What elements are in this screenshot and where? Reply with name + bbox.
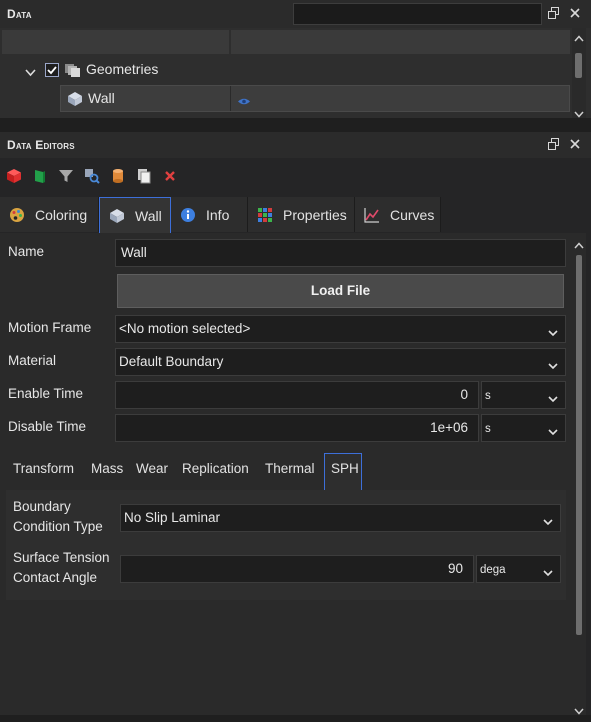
- tab-properties[interactable]: Properties: [248, 197, 355, 232]
- filter-icon[interactable]: [58, 168, 74, 184]
- tree-row-geometries[interactable]: Geometries: [0, 57, 570, 84]
- tab-label: Wall: [135, 208, 162, 224]
- load-file-button[interactable]: Load File: [117, 274, 564, 308]
- tree-label-geometries: Geometries: [86, 61, 159, 77]
- tab-wall[interactable]: Wall: [99, 197, 171, 234]
- enable-time-field[interactable]: 0: [115, 381, 479, 409]
- tab-label: Info: [206, 206, 230, 223]
- boundary-condition-label-1: Boundary: [13, 499, 71, 514]
- cylinder-icon[interactable]: [110, 168, 126, 184]
- contact-angle-unit: dega: [480, 564, 506, 576]
- add-geometry-icon[interactable]: [6, 168, 22, 184]
- tree-column-header-visibility[interactable]: [231, 30, 570, 54]
- disable-time-unit-select[interactable]: s: [481, 414, 566, 442]
- curves-chart-icon: [364, 207, 380, 223]
- name-label: Name: [8, 244, 45, 259]
- bottom-edge: [0, 715, 591, 722]
- enable-time-unit-select[interactable]: s: [481, 381, 566, 409]
- motion-frame-value: <No motion selected>: [119, 321, 251, 336]
- material-select[interactable]: Default Boundary: [115, 348, 566, 376]
- wall-geometry-icon: [67, 91, 83, 110]
- subtab-sph[interactable]: SPH: [331, 461, 359, 476]
- enable-time-unit: s: [485, 390, 491, 402]
- boundary-condition-label-2: Condition Type: [13, 519, 103, 534]
- editor-scrollbar[interactable]: [573, 233, 586, 715]
- editors-panel-title: Data Editors: [7, 138, 75, 152]
- chevron-down-icon: [547, 421, 561, 436]
- disable-time-field[interactable]: 1e+06: [115, 414, 479, 442]
- editor-scroll-thumb[interactable]: [576, 255, 582, 635]
- copy-icon[interactable]: [136, 168, 152, 184]
- add-wall-icon[interactable]: [32, 168, 48, 184]
- delete-icon[interactable]: [162, 168, 178, 184]
- boundary-condition-select[interactable]: No Slip Laminar: [120, 504, 561, 532]
- info-icon: [180, 207, 196, 223]
- tab-info[interactable]: Info: [171, 197, 248, 232]
- chevron-down-icon: [542, 562, 556, 577]
- chevron-down-icon: [542, 511, 556, 526]
- chevron-down-icon: [547, 388, 561, 403]
- tree-row-wall[interactable]: Wall: [60, 85, 570, 112]
- disable-time-label: Disable Time: [8, 419, 87, 434]
- material-value: Default Boundary: [119, 354, 224, 369]
- chevron-down-icon: [547, 322, 561, 337]
- tab-label: Curves: [390, 206, 435, 223]
- editors-panel-header: Data Editors: [0, 132, 591, 158]
- motion-frame-label: Motion Frame: [8, 320, 92, 335]
- geometries-group-icon: [64, 62, 81, 81]
- tab-coloring[interactable]: Coloring: [0, 197, 99, 232]
- editors-toolbar: [0, 158, 591, 196]
- close-icon[interactable]: [568, 138, 582, 152]
- surface-tension-label-1: Surface Tension: [13, 550, 110, 565]
- float-panel-icon[interactable]: [547, 138, 561, 152]
- disable-time-unit: s: [485, 423, 491, 435]
- properties-grid-icon: [257, 207, 273, 223]
- scroll-up-icon[interactable]: [574, 30, 584, 45]
- float-panel-icon[interactable]: [547, 7, 561, 21]
- subtab-replication[interactable]: Replication: [182, 461, 249, 476]
- tree-column-divider: [230, 86, 231, 111]
- data-search-input[interactable]: [293, 3, 542, 25]
- material-label: Material: [8, 353, 57, 368]
- tab-label: Coloring: [35, 206, 88, 223]
- subtab-wear[interactable]: Wear: [136, 461, 168, 476]
- contact-angle-unit-select[interactable]: dega: [476, 555, 561, 583]
- close-icon[interactable]: [568, 7, 582, 21]
- tab-curves[interactable]: Curves: [355, 197, 441, 232]
- tab-label: Properties: [283, 206, 347, 223]
- motion-frame-select[interactable]: <No motion selected>: [115, 315, 566, 343]
- surface-tension-label-2: Contact Angle: [13, 570, 98, 585]
- data-tree: Geometries Wall: [0, 28, 591, 118]
- name-field[interactable]: Wall: [115, 239, 566, 267]
- enable-time-label: Enable Time: [8, 386, 84, 401]
- chevron-down-icon[interactable]: [25, 65, 36, 80]
- scroll-up-icon[interactable]: [574, 237, 584, 252]
- tree-column-header-name[interactable]: [2, 30, 229, 54]
- geometries-checkbox[interactable]: [45, 63, 59, 77]
- eye-visibility-icon[interactable]: [237, 94, 251, 109]
- data-panel-header: Data: [0, 0, 591, 28]
- wall-geometry-icon: [109, 208, 125, 224]
- contact-angle-field[interactable]: 90: [120, 555, 474, 583]
- search-geometry-icon[interactable]: [84, 168, 100, 184]
- tree-scrollbar[interactable]: [572, 28, 586, 118]
- subtab-transform[interactable]: Transform: [13, 461, 74, 476]
- editor-tabs: Coloring Wall Info Properties Curves: [0, 197, 441, 234]
- panel-splitter[interactable]: [0, 118, 591, 132]
- chevron-down-icon: [547, 355, 561, 370]
- subtab-thermal[interactable]: Thermal: [265, 461, 315, 476]
- wall-subtabs: Transform Mass Wear Replication Thermal …: [6, 453, 566, 490]
- data-panel-title: Data: [7, 7, 32, 21]
- boundary-condition-value: No Slip Laminar: [124, 510, 221, 525]
- tree-label-wall: Wall: [88, 90, 115, 106]
- subtab-mass[interactable]: Mass: [91, 461, 123, 476]
- palette-icon: [9, 207, 25, 223]
- tree-scroll-thumb[interactable]: [575, 53, 582, 78]
